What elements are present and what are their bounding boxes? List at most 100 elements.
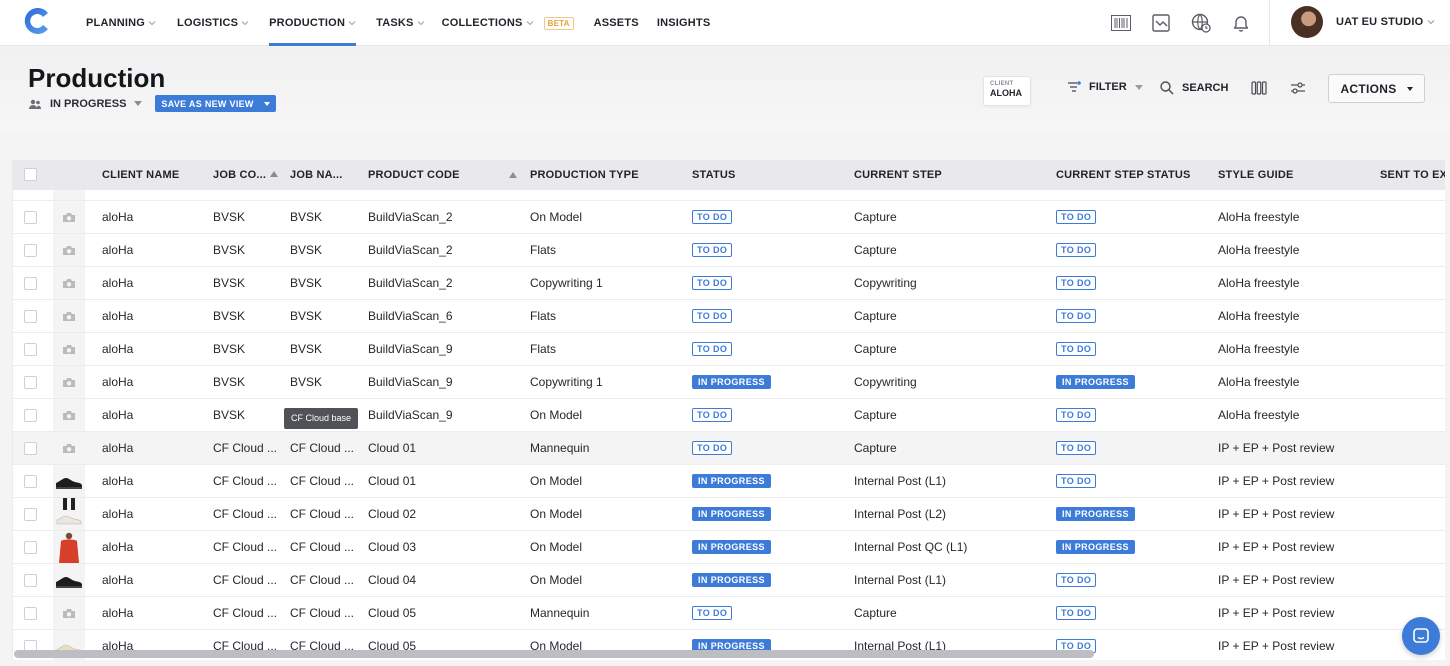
thumbnail[interactable] [53,531,85,563]
thumbnail[interactable] [53,597,85,629]
cell-text: Cloud 04 [368,573,417,587]
step-status-cell: TO DO [1056,564,1200,597]
table-row[interactable]: aloHa CF Cloud ... CF Cloud ... Cloud 03 On … [13,531,1445,564]
nav-production[interactable]: PRODUCTION [269,0,357,46]
view-dropdown-caret-icon[interactable] [134,101,143,106]
column-header[interactable]: PRODUCT CODE [368,160,518,190]
row-checkbox[interactable] [24,277,37,290]
sort-ascending-icon[interactable] [270,171,279,178]
job-name-cell: BVSK [290,201,356,234]
barcode-icon[interactable] [1110,12,1132,34]
table-row[interactable]: aloHa CF Cloud ... CF Cloud ... Cloud 05 Man… [13,597,1445,630]
bell-icon[interactable] [1230,12,1252,34]
row-checkbox[interactable] [24,508,37,521]
status-badge: TO DO [692,341,733,356]
studio-switcher[interactable]: UAT EU STUDIO [1336,16,1435,28]
chat-support-button[interactable] [1402,617,1440,655]
horizontal-scrollbar[interactable] [14,650,1094,658]
column-header[interactable]: JOB NA... [290,160,362,190]
chevron-down-icon [1427,20,1435,25]
cell-text: CF Cloud ... [213,540,278,554]
column-header[interactable]: CLIENT NAME [102,160,207,190]
caret-down-icon[interactable] [263,101,270,106]
table-row[interactable]: aloHa CF Cloud ... CF Cloud ... Cloud 01 On … [13,465,1445,498]
row-checkbox[interactable] [24,574,37,587]
nav-collections[interactable]: COLLECTIONS BETA [442,0,574,46]
thumbnail[interactable] [53,465,85,497]
cell-text: Capture [854,441,897,455]
job-code-cell: CF Cloud ... [213,465,279,498]
status-badge: IN PROGRESS [692,506,771,521]
thumbnail[interactable] [53,366,85,398]
nav-planning[interactable]: PLANNING [86,0,156,46]
row-checkbox[interactable] [24,310,37,323]
row-checkbox[interactable] [24,442,37,455]
actions-button[interactable]: ACTIONS [1328,74,1425,103]
filter-button[interactable]: FILTER [1067,81,1143,93]
thumbnail[interactable] [53,399,85,431]
save-as-new-view-button[interactable]: SAVE AS NEW VIEW [155,95,276,112]
row-checkbox[interactable] [24,211,37,224]
settings-sliders-icon[interactable] [1289,79,1307,97]
search-button[interactable]: SEARCH [1160,81,1228,95]
row-checkbox[interactable] [24,376,37,389]
column-header[interactable]: JOB CO... [213,160,285,190]
table-row[interactable]: aloHa BVSK BVSK BuildViaScan_9 Flats TO DO Cap… [13,333,1445,366]
table-row[interactable]: aloHa BVSK BVSK BuildViaScan_2 Flats TO DO Cap… [13,234,1445,267]
step-status-cell: TO DO [1056,201,1200,234]
thumbnail[interactable] [53,564,85,596]
style-guide-cell: IP + EP + Post review [1218,564,1362,597]
column-header[interactable]: SENT TO EX [1380,160,1445,190]
column-header[interactable]: CURRENT STEP [854,160,1044,190]
row-checkbox[interactable] [24,409,37,422]
status-cell: TO DO [692,432,836,465]
cell-text: Capture [854,606,897,620]
current-step-cell: Internal Post (L1) [854,465,1038,498]
nav-insights[interactable]: INSIGHTS [657,0,711,46]
step-status-cell: TO DO [1056,300,1200,333]
row-checkbox[interactable] [24,244,37,257]
table-row[interactable]: aloHa BVSK BVSK BuildViaScan_2 Copywriting 1… [13,267,1445,300]
nav-assets[interactable]: ASSETS [594,0,639,46]
thumbnail[interactable] [53,498,85,530]
thumbnail[interactable] [53,432,85,464]
client-selector[interactable]: CLIENT ALOHA [983,76,1031,106]
columns-icon[interactable] [1250,79,1268,97]
cell-text: AloHa freestyle [1218,210,1300,224]
thumbnail[interactable] [53,300,85,332]
row-checkbox[interactable] [24,475,37,488]
table-row[interactable]: aloHa BVSK BVSK BuildViaScan_6 Flats TO DO Cap… [13,300,1445,333]
current-step-cell: Capture [854,399,1038,432]
row-checkbox[interactable] [24,607,37,620]
column-header[interactable]: STYLE GUIDE [1218,160,1368,190]
cell-text: CF Cloud ... [213,606,278,620]
avatar[interactable] [1291,6,1323,38]
select-all-checkbox[interactable] [24,168,37,181]
row-checkbox[interactable] [24,541,37,554]
thumbnail[interactable] [53,267,85,299]
row-checkbox[interactable] [24,343,37,356]
table-row[interactable]: aloHa BVSK BVSK BuildViaScan_9 Copywriting 1… [13,366,1445,399]
table-row[interactable]: aloHa CF Cloud ... CF Cloud ... Cloud 02 On … [13,498,1445,531]
column-header[interactable]: PRODUCTION TYPE [530,160,680,190]
table-row[interactable]: aloHa CF Cloud ... CF Cloud ... Cloud 01 Man… [13,432,1445,465]
thumbnail[interactable] [53,201,85,233]
thumbnail[interactable] [53,333,85,365]
thumbnail[interactable] [53,234,85,266]
globe-clock-icon[interactable] [1190,12,1212,34]
app-logo-icon[interactable] [22,5,54,37]
job-name-cell: BVSK [290,267,356,300]
nav-logistics[interactable]: LOGISTICS [177,0,249,46]
column-header[interactable]: STATUS [692,160,842,190]
nav-tasks[interactable]: TASKS [376,0,424,46]
sort-ascending-icon[interactable] [509,172,517,178]
column-header[interactable]: CURRENT STEP STATUS [1056,160,1206,190]
table-row[interactable]: aloHa CF Cloud ... CF Cloud ... Cloud 04 On … [13,564,1445,597]
table-row[interactable]: aloHa BVSK BuildViaScan_9 On Model TO DO Capt… [13,399,1445,432]
status-badge: TO DO [692,275,733,290]
cell-text: BVSK [213,408,246,422]
table-row[interactable]: aloHa BVSK BVSK BuildViaScan_2 On Model TO DO… [13,201,1445,234]
client-name-cell: aloHa [102,564,201,597]
current-view-label[interactable]: IN PROGRESS [50,98,126,110]
chart-icon[interactable] [1150,12,1172,34]
